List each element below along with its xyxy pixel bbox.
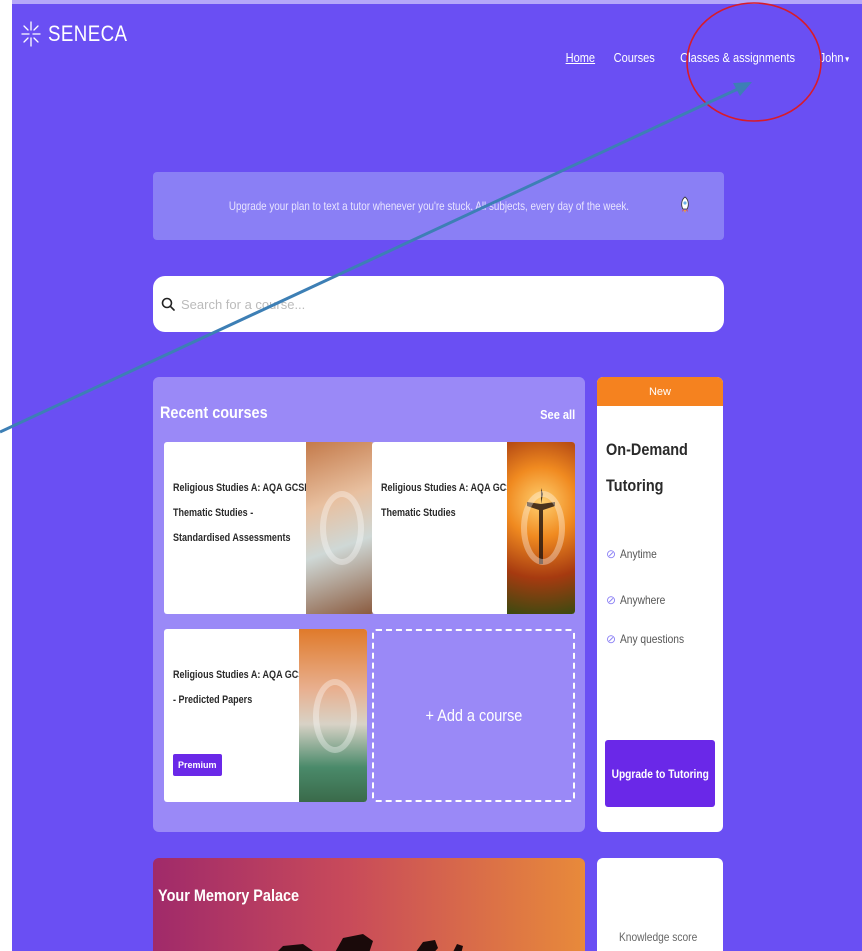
nav-home[interactable]: Home [566, 50, 595, 65]
memory-palace-title: Your Memory Palace [158, 886, 300, 905]
premium-badge: Premium [173, 754, 222, 776]
top-nav: Home Courses Classes & assignments John ▾ [563, 50, 852, 65]
course-ring-icon [521, 491, 565, 565]
course-card[interactable]: Religious Studies A: AQA GCSE - Predicte… [164, 629, 367, 802]
upgrade-tutoring-button[interactable]: Upgrade to Tutoring [605, 740, 715, 807]
course-image [299, 629, 367, 802]
logo-text: SENECA [48, 21, 128, 46]
course-ring-icon [320, 491, 364, 565]
nav-classes-assignments[interactable]: Classes & assignments [680, 50, 795, 65]
feature-item: ⊘ Anytime [606, 547, 657, 561]
left-edge [0, 0, 12, 951]
banner-text: Upgrade your plan to text a tutor whenev… [228, 199, 629, 213]
top-edge [0, 0, 862, 4]
world-map-icon [278, 934, 463, 951]
memory-palace-panel[interactable]: Your Memory Palace [153, 858, 585, 951]
rocket-icon [678, 195, 692, 217]
course-image [306, 442, 374, 614]
search-input[interactable] [181, 296, 701, 312]
recent-courses-panel: Recent courses See all Religious Studies… [153, 377, 585, 832]
recent-courses-title: Recent courses [160, 403, 268, 422]
feature-item: ⊘ Anywhere [606, 593, 666, 607]
check-circle-icon: ⊘ [606, 632, 617, 646]
search-icon [161, 297, 175, 311]
knowledge-score-label: Knowledge score [619, 930, 698, 944]
chevron-down-icon: ▾ [845, 54, 850, 64]
upgrade-banner[interactable]: Upgrade your plan to text a tutor whenev… [153, 172, 724, 240]
nav-courses[interactable]: Courses [613, 50, 654, 65]
course-card[interactable]: Religious Studies A: AQA GCSE Thematic S… [372, 442, 575, 614]
user-menu[interactable]: John ▾ [820, 50, 850, 65]
seneca-logo-icon [21, 21, 41, 47]
tutoring-panel: New On-Demand Tutoring ⊘ Anytime ⊘ Anywh… [597, 377, 723, 832]
add-course-label: + Add a course [425, 705, 522, 725]
user-name: John [819, 50, 844, 65]
course-card[interactable]: Religious Studies A: AQA GCSE Thematic S… [164, 442, 374, 614]
new-badge: New [597, 377, 723, 406]
course-image [507, 442, 575, 614]
course-title: Religious Studies A: AQA GCSE Thematic S… [381, 482, 519, 519]
course-title: Religious Studies A: AQA GCSE Thematic S… [173, 482, 311, 544]
search-bar[interactable] [153, 276, 724, 332]
add-course-button[interactable]: + Add a course [372, 629, 575, 802]
knowledge-score-panel: Knowledge score [597, 858, 723, 951]
feature-item: ⊘ Any questions [606, 632, 685, 646]
course-ring-icon [313, 678, 357, 753]
check-circle-icon: ⊘ [606, 547, 617, 561]
see-all-link[interactable]: See all [540, 407, 575, 422]
tutoring-title: On-Demand Tutoring [606, 440, 688, 495]
check-circle-icon: ⊘ [606, 593, 617, 607]
course-title: Religious Studies A: AQA GCSE - Predicte… [173, 669, 311, 706]
logo[interactable]: SENECA [20, 20, 141, 48]
